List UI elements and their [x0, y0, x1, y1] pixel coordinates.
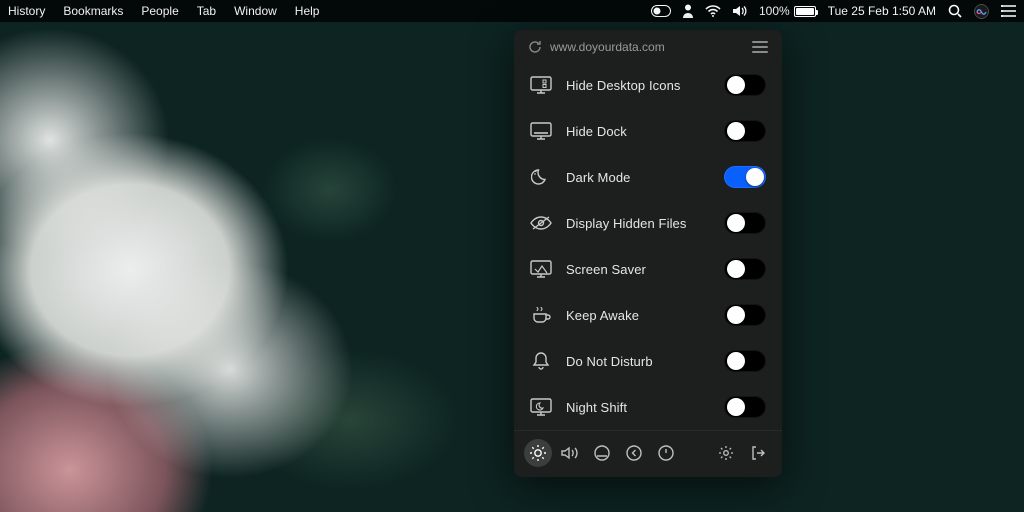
refresh-icon[interactable]	[528, 40, 542, 54]
desktop-wallpaper	[0, 0, 1024, 512]
toggle-label: Night Shift	[566, 400, 710, 415]
switch-dark-mode[interactable]	[724, 166, 766, 188]
battery-status[interactable]: 100%	[759, 4, 816, 18]
quick-toggles-panel: www.doyourdata.com Hide Desktop Icons Hi…	[514, 30, 782, 477]
search-icon[interactable]	[948, 4, 962, 18]
toggle-row-display-hidden-files[interactable]: Display Hidden Files	[514, 200, 782, 246]
toggle-row-night-shift[interactable]: Night Shift	[514, 384, 782, 430]
toggle-row-screen-saver[interactable]: Screen Saver	[514, 246, 782, 292]
menubar-item-bookmarks[interactable]: Bookmarks	[63, 4, 123, 18]
wifi-icon[interactable]	[705, 5, 721, 17]
panel-footer	[514, 430, 782, 477]
menubar-right: 100% Tue 25 Feb 1:50 AM	[651, 4, 1016, 19]
toggle-row-do-not-disturb[interactable]: Do Not Disturb	[514, 338, 782, 384]
panel-site-label[interactable]: www.doyourdata.com	[550, 40, 665, 54]
toggle-label: Do Not Disturb	[566, 354, 710, 369]
bell-icon	[530, 350, 552, 372]
toggle-label: Display Hidden Files	[566, 216, 710, 231]
switch-night-shift[interactable]	[724, 396, 766, 418]
toggle-row-hide-desktop-icons[interactable]: Hide Desktop Icons	[514, 62, 782, 108]
volume-tray-icon[interactable]	[733, 5, 747, 17]
toggle-row-hide-dock[interactable]: Hide Dock	[514, 108, 782, 154]
footer-settings-button[interactable]	[712, 439, 740, 467]
menubar-item-history[interactable]: History	[8, 4, 45, 18]
footer-power-button[interactable]	[652, 439, 680, 467]
battery-icon	[794, 6, 816, 17]
app-tray-icon[interactable]	[651, 5, 671, 17]
toggle-label: Hide Desktop Icons	[566, 78, 710, 93]
menubar-item-people[interactable]: People	[141, 4, 178, 18]
screensaver-icon	[530, 258, 552, 280]
footer-volume-button[interactable]	[556, 439, 584, 467]
footer-exit-button[interactable]	[744, 439, 772, 467]
switch-keep-awake[interactable]	[724, 304, 766, 326]
switch-hide-desktop-icons[interactable]	[724, 74, 766, 96]
toggle-row-keep-awake[interactable]: Keep Awake	[514, 292, 782, 338]
battery-percent-label: 100%	[759, 4, 790, 18]
switch-screen-saver[interactable]	[724, 258, 766, 280]
menubar-left: History Bookmarks People Tab Window Help	[8, 4, 319, 18]
dock-icon	[530, 120, 552, 142]
switch-hide-dock[interactable]	[724, 120, 766, 142]
footer-display-button[interactable]	[588, 439, 616, 467]
toggle-label: Screen Saver	[566, 262, 710, 277]
moon-icon	[530, 166, 552, 188]
eye-slash-icon	[530, 212, 552, 234]
panel-header: www.doyourdata.com	[514, 30, 782, 62]
toggle-label: Dark Mode	[566, 170, 710, 185]
siri-icon[interactable]	[974, 4, 989, 19]
toggle-list: Hide Desktop Icons Hide Dock Dark Mode D…	[514, 62, 782, 430]
switch-display-hidden-files[interactable]	[724, 212, 766, 234]
user-tray-icon[interactable]	[683, 4, 693, 18]
desktop-icons-icon	[530, 74, 552, 96]
footer-back-button[interactable]	[620, 439, 648, 467]
toggle-label: Hide Dock	[566, 124, 710, 139]
notifications-tray-icon[interactable]	[1001, 5, 1016, 17]
toggle-row-dark-mode[interactable]: Dark Mode	[514, 154, 782, 200]
panel-menu-icon[interactable]	[752, 41, 768, 53]
menubar-datetime[interactable]: Tue 25 Feb 1:50 AM	[828, 4, 936, 18]
menubar-item-tab[interactable]: Tab	[197, 4, 216, 18]
footer-brightness-button[interactable]	[524, 439, 552, 467]
switch-do-not-disturb[interactable]	[724, 350, 766, 372]
toggle-label: Keep Awake	[566, 308, 710, 323]
menubar-item-window[interactable]: Window	[234, 4, 277, 18]
nightshift-icon	[530, 396, 552, 418]
menubar-item-help[interactable]: Help	[295, 4, 320, 18]
coffee-icon	[530, 304, 552, 326]
menubar: History Bookmarks People Tab Window Help…	[0, 0, 1024, 22]
